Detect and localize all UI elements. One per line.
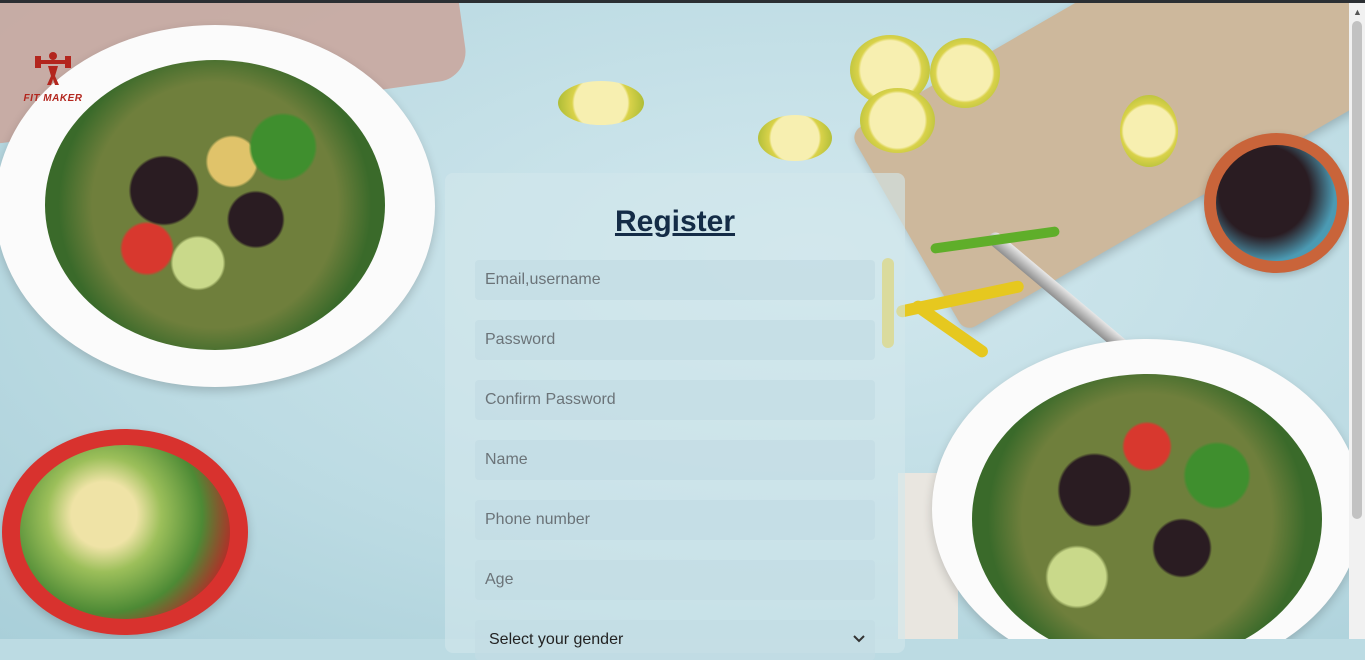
logo-text: FIT MAKER	[23, 93, 83, 104]
lemon-slice-decoration	[860, 88, 935, 153]
form-title: Register	[614, 205, 736, 238]
bean-bowl-decoration	[1204, 133, 1349, 273]
salad-plate-decoration	[932, 339, 1349, 639]
gender-select-value: Select your gender	[489, 631, 624, 648]
password-input[interactable]	[475, 320, 875, 360]
dumbbell-figure-icon	[20, 50, 86, 93]
name-input[interactable]	[475, 440, 875, 480]
lime-wedge-decoration	[558, 81, 644, 125]
scrollbar-thumb[interactable]	[1352, 21, 1362, 519]
gender-select[interactable]: Select your gender	[475, 620, 875, 660]
phone-number-input[interactable]	[475, 500, 875, 540]
chevron-down-icon	[853, 630, 865, 646]
lemon-slice-decoration	[930, 38, 1000, 108]
age-input[interactable]	[475, 560, 875, 600]
page-scrollbar[interactable]: ▲	[1349, 3, 1365, 639]
confirm-password-input[interactable]	[475, 380, 875, 420]
lime-wedge-decoration	[758, 115, 832, 161]
email-username-input[interactable]	[475, 260, 875, 300]
register-form: Register Select your gender	[445, 173, 905, 660]
lemon-slice-decoration	[1120, 95, 1178, 167]
brand-logo[interactable]: FIT MAKER	[20, 50, 86, 114]
scroll-up-arrow-icon[interactable]: ▲	[1353, 7, 1362, 17]
avocado-bowl-decoration	[2, 429, 248, 635]
